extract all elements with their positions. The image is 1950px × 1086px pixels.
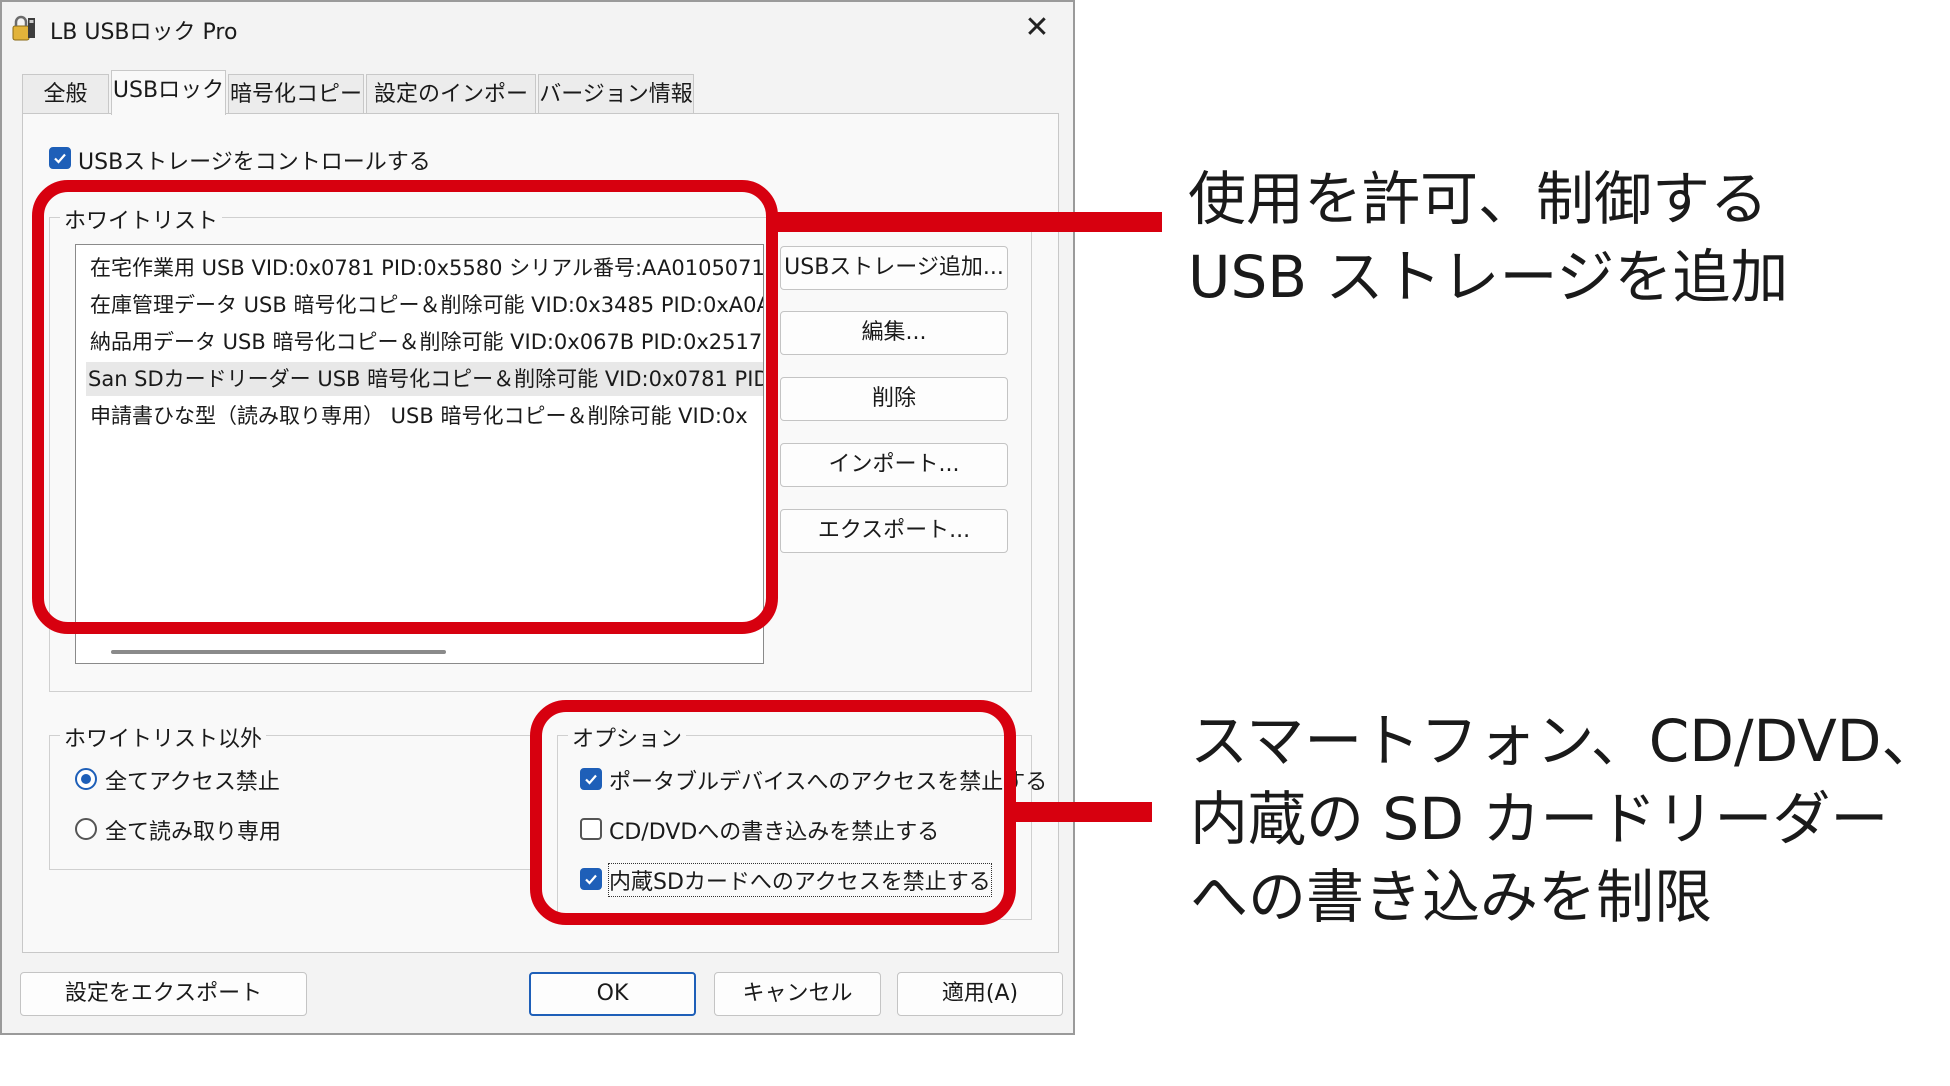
radio-block-all-label: 全てアクセス禁止 xyxy=(105,770,280,795)
radio-block-all[interactable] xyxy=(75,768,97,790)
export-button[interactable]: エクスポート... xyxy=(780,509,1008,553)
tab-version-info[interactable]: バージョン情報 xyxy=(538,74,694,114)
callout-line: スマートフォン、CD/DVD、 xyxy=(1190,707,1940,775)
block-internal-sd-checkbox[interactable] xyxy=(580,868,602,890)
tab-encrypted-copy[interactable]: 暗号化コピー xyxy=(228,74,364,114)
block-internal-sd-label: 内蔵SDカードへのアクセスを禁止する xyxy=(608,863,992,897)
import-button[interactable]: インポート... xyxy=(780,443,1008,487)
list-item[interactable]: 納品用データ USB 暗号化コピー＆削除可能 VID:0x067B PID:0x… xyxy=(88,325,763,359)
list-item[interactable]: 申請書ひな型（読み取り専用） USB 暗号化コピー＆削除可能 VID:0x xyxy=(88,399,748,433)
usb-lock-app-icon xyxy=(12,15,35,41)
callout-line: 使用を許可、制御する xyxy=(1188,165,1769,233)
close-button[interactable]: ✕ xyxy=(1015,8,1059,48)
callout-line: への書き込みを制限 xyxy=(1190,863,1713,931)
list-item-selected[interactable]: San SDカードリーダー USB 暗号化コピー＆削除可能 VID:0x0781… xyxy=(86,362,763,396)
block-cd-dvd-write-label: CD/DVDへの書き込みを禁止する xyxy=(609,820,940,845)
add-usb-storage-button[interactable]: USBストレージ追加... xyxy=(780,246,1008,290)
window-title: LB USBロック Pro xyxy=(50,20,238,45)
options-title: オプション xyxy=(568,721,687,753)
dialog-window: LB USBロック Pro ✕ 全般 USBロック 暗号化コピー 設定のインポー… xyxy=(0,0,1075,1035)
non-whitelist-group: ホワイトリスト以外 xyxy=(49,721,537,870)
ok-button[interactable]: OK xyxy=(529,972,696,1016)
scrollbar-thumb[interactable] xyxy=(111,650,446,654)
title-bar[interactable]: LB USBロック Pro ✕ xyxy=(2,2,1073,54)
options-callout-text: スマートフォン、CD/DVD、 内蔵の SD カードリーダー への書き込みを制限 xyxy=(1190,702,1939,936)
cancel-button[interactable]: キャンセル xyxy=(714,972,881,1016)
close-icon: ✕ xyxy=(1024,10,1050,45)
whitelist-title: ホワイトリスト xyxy=(60,203,223,235)
tab-settings-import[interactable]: 設定のインポート xyxy=(366,74,536,147)
edit-button[interactable]: 編集... xyxy=(780,311,1008,355)
whitelist-listbox[interactable]: 在宅作業用 USB VID:0x0781 PID:0x5580 シリアル番号:A… xyxy=(75,244,764,664)
block-portable-devices-label: ポータブルデバイスへのアクセスを禁止する xyxy=(609,770,1048,795)
block-cd-dvd-write-checkbox[interactable] xyxy=(580,818,602,840)
usb-control-label: USBストレージをコントロールする xyxy=(78,150,431,175)
whitelist-horizontal-scrollbar[interactable] xyxy=(75,642,764,664)
usb-control-checkbox[interactable] xyxy=(49,147,71,169)
checkmark-icon xyxy=(585,874,597,885)
delete-button[interactable]: 削除 xyxy=(780,377,1008,421)
list-item[interactable]: 在宅作業用 USB VID:0x0781 PID:0x5580 シリアル番号:A… xyxy=(88,251,763,285)
block-portable-devices-checkbox[interactable] xyxy=(580,768,602,790)
callout-line: 内蔵の SD カードリーダー xyxy=(1190,785,1889,853)
radio-read-only[interactable] xyxy=(75,818,97,840)
tab-general[interactable]: 全般 xyxy=(22,74,109,114)
callout-line: USB ストレージを追加 xyxy=(1188,243,1789,311)
export-settings-button[interactable]: 設定をエクスポート xyxy=(20,972,307,1016)
whitelist-callout-text: 使用を許可、制御する USB ストレージを追加 xyxy=(1188,160,1788,316)
radio-read-only-label: 全て読み取り専用 xyxy=(105,820,282,845)
apply-button[interactable]: 適用(A) xyxy=(897,972,1063,1016)
non-whitelist-title: ホワイトリスト以外 xyxy=(60,721,267,753)
list-item[interactable]: 在庫管理データ USB 暗号化コピー＆削除可能 VID:0x3485 PID:0… xyxy=(88,288,763,322)
tab-usb-lock[interactable]: USBロック xyxy=(111,70,226,115)
checkmark-icon xyxy=(54,153,66,164)
checkmark-icon xyxy=(585,774,597,785)
